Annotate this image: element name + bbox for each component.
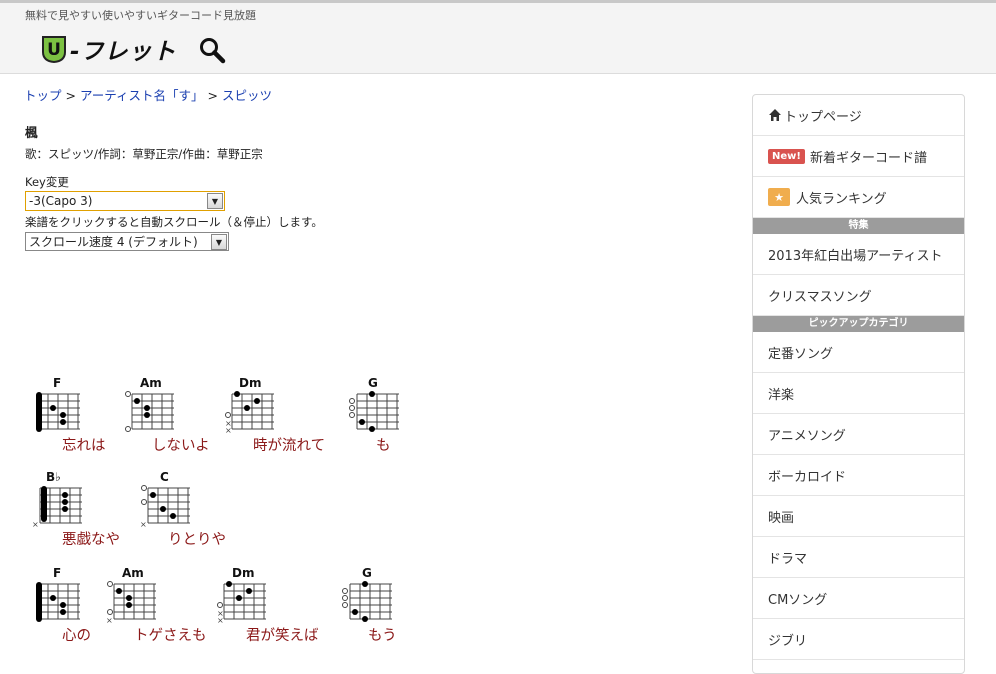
chord-diagram-g [349,391,399,432]
chord-name: Dm [239,376,262,390]
chord-diagram-am [125,391,174,432]
home-icon [769,109,781,121]
sidebar-item-ghibli[interactable]: ジブリ [753,619,964,660]
breadcrumb-artist-index[interactable]: アーティスト名「す」 [80,88,204,103]
svg-text:×: × [106,616,113,624]
lyric: 時が流れて [253,438,326,454]
sidebar-item-new-chords[interactable]: New! 新着ギターコード譜 [753,136,964,177]
breadcrumb-separator: > [65,88,76,103]
svg-text:×: × [225,426,232,434]
sidebar-item-label: ドラマ [768,551,808,567]
chord-diagram-f [36,392,80,432]
chord-diagram-c: × [140,485,190,528]
sidebar-item-label: 新着ギターコード譜 [809,150,927,166]
section-header-special: 特集 [753,218,964,234]
scroll-speed-value: スクロール速度 4 (デフォルト) [29,235,198,249]
logo-badge-letter: U [47,40,61,60]
sidebar-item-label: ジブリ [768,633,808,649]
sidebar-item-drama[interactable]: ドラマ [753,537,964,578]
sidebar-item-label: 2013年紅白出場アーティスト [768,248,943,264]
sidebar-item-anime-songs[interactable]: アニメソング [753,414,964,455]
sidebar-item-label: 人気ランキング [796,191,887,207]
breadcrumb-artist[interactable]: スピッツ [222,88,272,103]
search-icon[interactable] [198,36,226,64]
chord-name: C [160,470,169,484]
sidebar-item-kouhaku[interactable]: 2013年紅白出場アーティスト [753,234,964,275]
chord-name: Am [122,566,144,580]
chord-diagram-f [36,582,80,622]
sidebar-item-christmas[interactable]: クリスマスソング [753,275,964,316]
key-change-label: Key変更 [25,175,69,189]
sidebar-item-standard-songs[interactable]: 定番ソング [753,332,964,373]
new-badge: New! [768,148,805,164]
sidebar-item-movies[interactable]: 映画 [753,496,964,537]
chord-name: G [368,376,378,390]
lyric: 忘れは [62,438,106,454]
key-select-value: -3(Capo 3) [29,194,93,208]
chord-name: Dm [232,566,255,580]
sidebar-item-label: 洋楽 [768,387,795,403]
chord-diagram-dm: × × [225,391,274,434]
sidebar-item-ranking[interactable]: ★ 人気ランキング [753,177,964,218]
svg-text:×: × [217,616,224,624]
sidebar-item-top-page[interactable]: トップページ [753,95,964,136]
lyric: もう [368,628,397,644]
section-header-pickup: ピックアップカテゴリ [753,316,964,332]
site-logo[interactable]: U -フレット [40,33,177,65]
lyric: しないよ [152,438,210,454]
breadcrumb-separator: > [207,88,218,103]
sidebar-item-label: トップページ [784,109,862,125]
sidebar-item-label: 映画 [768,510,795,526]
chord-diagram-b-flat: × [32,486,82,528]
svg-text:×: × [140,520,147,528]
chord-name: G [362,566,372,580]
chord-diagram-am: × [106,581,156,624]
chord-sheet[interactable]: F 忘れは Am しないよ Dm × × 時が流れて G も B♭ × 悪戯なや… [0,360,720,656]
logo-badge-icon: U [42,36,66,63]
scroll-speed-select[interactable]: スクロール速度 4 (デフォルト) ▼ [25,232,229,251]
chord-name: B♭ [46,470,61,484]
lyric: 心の [62,628,91,644]
breadcrumb-top[interactable]: トップ [24,88,62,103]
lyric: も [376,438,391,454]
sidebar-item-label: クリスマスソング [768,289,872,305]
star-icon: ★ [768,188,790,206]
sidebar-item-vocaloid[interactable]: ボーカロイド [753,455,964,496]
lyric: 君が笑えば [246,628,319,644]
sidebar-item-label: CMソング [768,592,828,608]
lyric: 悪戯なや [62,532,120,548]
song-credit: 歌：スピッツ/作詞：草野正宗/作曲：草野正宗 [25,147,263,161]
chord-name: F [53,376,62,390]
scroll-note: 楽譜をクリックすると自動スクロール（＆停止）します。 [25,215,323,229]
chord-diagram-dm: × × [217,581,266,624]
sidebar-item-cm-songs[interactable]: CMソング [753,578,964,619]
chord-name: F [53,566,62,580]
site-tagline: 無料で見やすい使いやすいギターコード見放題 [25,9,256,22]
svg-text:×: × [32,520,39,528]
chord-name: Am [140,376,162,390]
lyric: りとりや [168,532,226,548]
sidebar: トップページ New! 新着ギターコード譜 ★ 人気ランキング 特集 2013年… [752,94,965,674]
chord-diagram-g [342,581,392,622]
lyric: トゲさえも [134,628,207,644]
key-select[interactable]: -3(Capo 3) ▼ [25,191,225,211]
logo-text: -フレット [70,39,177,65]
sidebar-item-label: ボーカロイド [768,469,847,485]
sidebar-item-western-music[interactable]: 洋楽 [753,373,964,414]
sidebar-item-label: アニメソング [768,428,846,444]
breadcrumb: トップ > アーティスト名「す」 > スピッツ [24,85,272,104]
site-header: 無料で見やすい使いやすいギターコード見放題 U -フレット [0,0,996,74]
chevron-down-icon[interactable]: ▼ [207,193,223,209]
chevron-down-icon[interactable]: ▼ [211,234,227,250]
sidebar-item-label: 定番ソング [768,346,834,362]
song-title: 楓 [25,125,38,140]
